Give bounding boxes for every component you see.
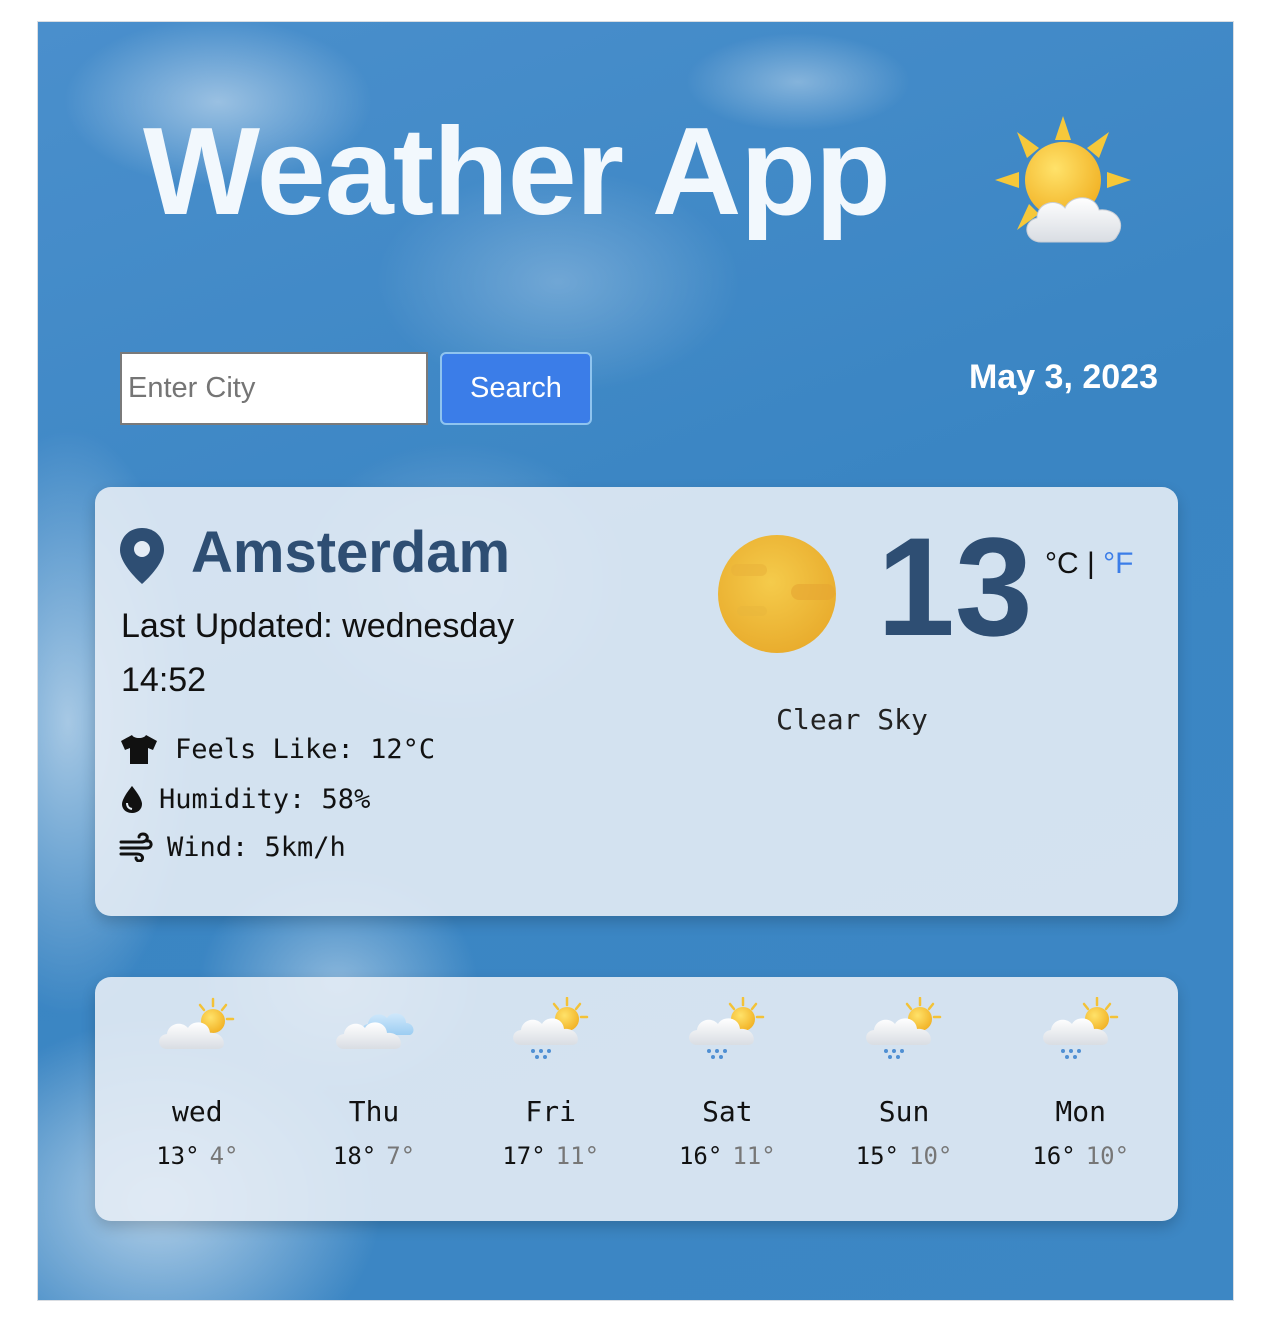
forecast-low: 10°	[909, 1142, 953, 1170]
app-frame: Weather App Search May 3, 2023 Amsterdam…	[37, 21, 1234, 1301]
wind-row: Wind: 5km/h	[119, 827, 346, 867]
forecast-high: 17°	[502, 1142, 546, 1170]
forecast-high: 16°	[678, 1142, 723, 1170]
sun-rain-icon	[512, 997, 588, 1059]
forecast-day: Fri 17° 11°	[462, 997, 639, 1170]
forecast-temps: 17° 11°	[462, 1142, 639, 1170]
forecast-temps: 18° 7°	[286, 1142, 463, 1170]
humidity-row: Humidity: 58%	[119, 779, 370, 819]
shirt-icon	[121, 735, 157, 764]
humidity-text: Humidity: 58%	[159, 783, 371, 815]
forecast-day: Mon 16° 10°	[992, 997, 1169, 1170]
last-updated: Last Updated: wednesday 14:52	[121, 607, 515, 699]
sun-rain-icon	[866, 997, 942, 1059]
forecast-temps: 15° 10°	[816, 1142, 993, 1170]
forecast-day: wed 13° 4°	[109, 997, 286, 1170]
feels-like-row: Feels Like: 12°C	[119, 729, 435, 769]
cloudy-icon	[336, 1013, 414, 1049]
forecast-day-name: Fri	[525, 1095, 576, 1128]
forecast-day-name: Thu	[348, 1095, 400, 1128]
city-name: Amsterdam	[191, 520, 511, 585]
forecast-high: 13°	[156, 1142, 200, 1170]
clear-sky-sun-icon	[718, 535, 836, 653]
forecast-day: Sat 16° 11°	[639, 997, 816, 1170]
unit-separator: |	[1087, 547, 1095, 580]
forecast-temps: 13° 4°	[109, 1142, 286, 1170]
forecast-low: 11°	[555, 1142, 600, 1170]
forecast-day-name: Sun	[878, 1095, 930, 1128]
current-weather-card: Amsterdam Last Updated: wednesday 14:52 …	[95, 487, 1178, 916]
wind-icon	[119, 832, 153, 862]
partly-cloudy-icon	[159, 997, 235, 1049]
forecast-low: 10°	[1085, 1142, 1130, 1170]
forecast-high: 16°	[1032, 1142, 1076, 1170]
forecast-low: 4°	[209, 1142, 239, 1170]
forecast-low: 11°	[732, 1142, 776, 1170]
current-date: May 3, 2023	[968, 358, 1158, 396]
forecast-day-name: Sat	[702, 1095, 753, 1128]
sun-behind-cloud-icon	[995, 116, 1131, 243]
current-temperature: 13	[877, 508, 1033, 665]
sun-rain-icon	[1042, 997, 1118, 1059]
forecast-day-name: Mon	[1055, 1095, 1106, 1128]
forecast-card: wed 13° 4° Thu 18° 7° Fri 17° 11° Sat 16…	[95, 977, 1178, 1221]
forecast-low: 7°	[386, 1142, 416, 1170]
forecast-temps: 16° 11°	[639, 1142, 816, 1170]
feels-like-text: Feels Like: 12°C	[175, 733, 436, 765]
weather-condition: Clear Sky	[776, 703, 928, 736]
forecast-day: Sun 15° 10°	[816, 997, 993, 1170]
forecast-temps: 16° 10°	[992, 1142, 1169, 1170]
sun-rain-icon	[689, 997, 765, 1059]
city-search-input[interactable]	[120, 352, 428, 425]
app-title: Weather App	[143, 103, 891, 241]
forecast-day-name: wed	[172, 1095, 223, 1128]
location-pin-icon	[120, 528, 164, 584]
forecast-day: Thu 18° 7°	[286, 997, 463, 1170]
forecast-high: 18°	[332, 1142, 377, 1170]
wind-text: Wind: 5km/h	[167, 831, 346, 863]
water-drop-icon	[122, 786, 142, 813]
forecast-high: 15°	[855, 1142, 900, 1170]
search-button[interactable]: Search	[440, 352, 592, 425]
unit-toggle: °C | °F	[1045, 547, 1133, 581]
fahrenheit-link[interactable]: °F	[1103, 547, 1133, 580]
forecast-list: wed 13° 4° Thu 18° 7° Fri 17° 11° Sat 16…	[109, 997, 1169, 1170]
celsius-link[interactable]: °C	[1045, 547, 1079, 580]
